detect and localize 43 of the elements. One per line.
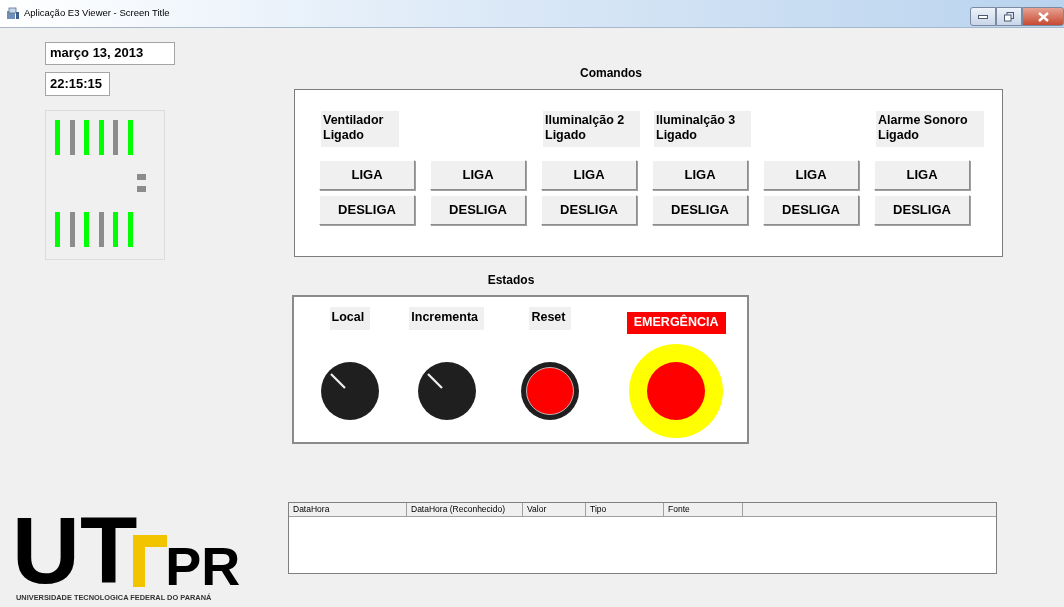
maximize-button[interactable] — [996, 7, 1022, 26]
emergency-stop-button[interactable] — [628, 343, 725, 439]
control-label: Reset — [529, 307, 572, 330]
control-label: EMERGÊNCIA — [626, 312, 726, 334]
on-button[interactable]: LIGA — [763, 160, 859, 190]
selector-knob[interactable] — [416, 361, 477, 421]
off-button[interactable]: DESLIGA — [874, 195, 970, 225]
control-label: Incrementa — [409, 307, 484, 330]
off-button[interactable]: DESLIGA — [763, 195, 859, 225]
status-label: Iluminalção 3 Ligado — [654, 111, 752, 147]
square-marks-icon — [137, 174, 146, 193]
column-header: Tipo — [586, 503, 664, 516]
selector-knob[interactable] — [319, 361, 380, 421]
column-header: DataHora — [289, 503, 407, 516]
column-header: Valor — [523, 503, 586, 516]
time-display: 22:15:15 — [45, 72, 110, 96]
restore-icon — [1004, 11, 1014, 22]
on-button[interactable]: LIGA — [430, 160, 526, 190]
minimize-icon — [978, 14, 988, 19]
status-label: Ventilador Ligado — [321, 111, 400, 147]
date-display: março 13, 2013 — [45, 42, 175, 65]
on-button[interactable]: LIGA — [652, 160, 748, 190]
on-button[interactable]: LIGA — [874, 160, 970, 190]
on-button[interactable]: LIGA — [319, 160, 415, 190]
off-button[interactable]: DESLIGA — [319, 195, 415, 225]
section-title: Estados — [486, 272, 536, 289]
on-button[interactable]: LIGA — [541, 160, 637, 190]
off-button[interactable]: DESLIGA — [430, 195, 526, 225]
off-button[interactable]: DESLIGA — [541, 195, 637, 225]
window-title: Aplicação E3 Viewer - Screen Title — [24, 6, 170, 21]
app-icon — [6, 7, 20, 20]
status-label: Iluminalção 2 Ligado — [543, 111, 641, 147]
column-header: DataHora (Reconhecido) — [407, 503, 523, 516]
control-label: Local — [329, 307, 371, 330]
off-button[interactable]: DESLIGA — [652, 195, 748, 225]
close-icon — [1037, 11, 1049, 22]
status-label: Alarme Sonoro Ligado — [876, 111, 984, 147]
minimize-button[interactable] — [970, 7, 996, 26]
column-header: Fonte — [664, 503, 743, 516]
logo-text: PR — [165, 545, 241, 587]
reset-button[interactable] — [520, 361, 581, 421]
close-button[interactable] — [1022, 7, 1064, 26]
section-title: Comandos — [579, 65, 643, 82]
